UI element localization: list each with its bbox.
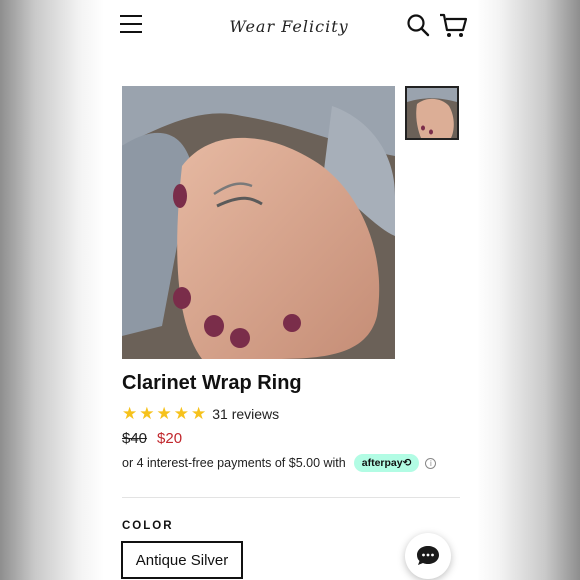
reviews-link[interactable]: 31 reviews bbox=[212, 406, 279, 422]
star-rating: ★ ★ ★ ★ ★ bbox=[122, 404, 206, 424]
price-block: $40 $20 bbox=[122, 430, 182, 447]
rating-summary[interactable]: ★ ★ ★ ★ ★ 31 reviews bbox=[122, 404, 279, 424]
site-header: Wear Felicity bbox=[104, 0, 478, 52]
chat-button[interactable] bbox=[405, 533, 451, 579]
afterpay-installments: or 4 interest-free payments of $5.00 wit… bbox=[122, 452, 462, 474]
star-icon: ★ bbox=[191, 404, 207, 423]
hamburger-menu-icon[interactable] bbox=[120, 15, 142, 35]
product-thumbnail[interactable] bbox=[405, 86, 459, 140]
search-icon[interactable] bbox=[406, 13, 430, 37]
star-icon: ★ bbox=[122, 404, 138, 423]
cart-icon[interactable] bbox=[439, 13, 468, 39]
sale-price: $20 bbox=[157, 430, 183, 447]
info-icon[interactable]: i bbox=[425, 457, 437, 469]
installments-text: or 4 interest-free payments of $5.00 wit… bbox=[122, 456, 346, 470]
product-title: Clarinet Wrap Ring bbox=[122, 372, 302, 394]
star-icon: ★ bbox=[156, 404, 172, 423]
product-main-image[interactable] bbox=[122, 86, 395, 359]
chat-bubble-icon bbox=[417, 546, 439, 565]
original-price: $40 bbox=[122, 430, 148, 447]
star-icon: ★ bbox=[173, 404, 189, 423]
afterpay-badge[interactable]: afterpay⟲ bbox=[353, 454, 420, 472]
color-option-antique-silver[interactable]: Antique Silver bbox=[121, 541, 243, 579]
color-option-label: COLOR bbox=[122, 520, 174, 532]
brand-logo[interactable]: Wear Felicity bbox=[224, 12, 354, 42]
product-page: Wear Felicity Clarinet Wrap Ring ★ ★ ★ ★… bbox=[104, 0, 478, 580]
divider bbox=[122, 497, 460, 498]
star-icon: ★ bbox=[139, 404, 155, 423]
